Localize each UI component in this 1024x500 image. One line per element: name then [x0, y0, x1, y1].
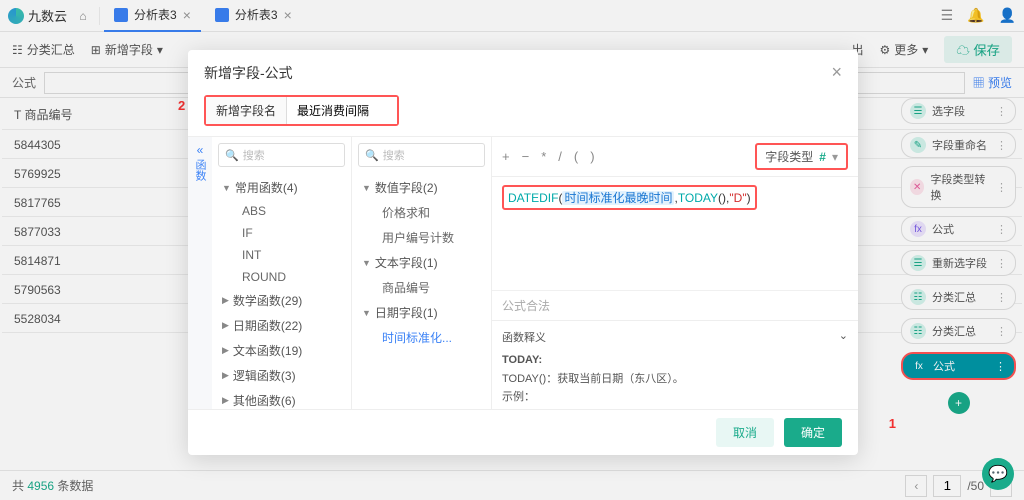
step-group-2[interactable]: ☷分类汇总⋮	[901, 318, 1016, 344]
close-icon[interactable]: ×	[183, 7, 191, 23]
func-if[interactable]: IF	[212, 222, 351, 244]
step-group-1[interactable]: ☷分类汇总⋮	[901, 284, 1016, 310]
modal-footer: 取消 确定	[188, 409, 858, 455]
close-icon[interactable]: ×	[831, 62, 842, 83]
op-minus[interactable]: −	[522, 149, 530, 164]
close-icon[interactable]: ×	[284, 7, 292, 23]
formula-code[interactable]: DATEDIF(时间标准化最晚时间,TODAY(),"D")	[492, 177, 858, 218]
field-group-date[interactable]: ▼日期字段(1)	[352, 300, 491, 325]
func-int[interactable]: INT	[212, 244, 351, 266]
operator-bar: + − * / ( ) 字段类型 # ▾	[492, 137, 858, 177]
cancel-button[interactable]: 取消	[716, 418, 774, 447]
chat-fab[interactable]: 💬	[982, 458, 1014, 490]
func-group-math[interactable]: ▶数学函数(29)	[212, 288, 351, 313]
page-input[interactable]	[933, 475, 961, 497]
pipeline-steps: ☰选字段⋮ ✎字段重命名⋮ ✕字段类型转换⋮ fx公式⋮ ☰重新选字段⋮ ☷分类…	[901, 98, 1016, 418]
field-price-sum[interactable]: 价格求和	[352, 200, 491, 225]
formula-modal: 新增字段-公式 × 新增字段名 « 函数 🔍 搜索 ▼常用函数(4) ABS I…	[188, 50, 858, 455]
bell-icon[interactable]: 🔔	[967, 7, 984, 24]
hash-icon: #	[819, 150, 826, 164]
step-rename[interactable]: ✎字段重命名⋮	[901, 132, 1016, 158]
row-count: 4956	[27, 479, 54, 493]
field-type-selector[interactable]: 字段类型 # ▾	[755, 143, 848, 170]
save-button[interactable]: ☁ 保存	[944, 36, 1012, 63]
op-plus[interactable]: +	[502, 149, 510, 164]
tab-label: 分析表3	[235, 6, 278, 23]
field-group-num[interactable]: ▼数值字段(2)	[352, 175, 491, 200]
formula-editor: + − * / ( ) 字段类型 # ▾ DATEDIF(时间标准化最晚时间,T…	[492, 137, 858, 409]
modal-header: 新增字段-公式 ×	[188, 50, 858, 95]
func-group-common[interactable]: ▼常用函数(4)	[212, 175, 351, 200]
function-tree: 🔍 搜索 ▼常用函数(4) ABS IF INT ROUND ▶数学函数(29)…	[212, 137, 352, 409]
brand-logo: 九数云	[8, 6, 67, 25]
formula-label: 公式	[12, 74, 36, 91]
preview-link[interactable]: ▦ 预览	[973, 74, 1012, 91]
callout-2: 2	[178, 98, 185, 113]
op-lparen[interactable]: (	[574, 149, 578, 164]
func-group-date[interactable]: ▶日期函数(22)	[212, 313, 351, 338]
op-rparen[interactable]: )	[590, 149, 594, 164]
func-round[interactable]: ROUND	[212, 266, 351, 288]
footer: 共 4956 条数据 ‹ /50 ›	[0, 470, 1024, 500]
tool-group[interactable]: ☷ 分类汇总	[12, 41, 75, 58]
field-time-normalized[interactable]: 时间标准化...	[352, 325, 491, 350]
field-product-id[interactable]: 商品编号	[352, 275, 491, 300]
tool-more[interactable]: ⚙ 更多 ▾	[880, 41, 929, 58]
top-right-icons: ☰ 🔔 👤	[941, 7, 1016, 24]
field-user-count[interactable]: 用户编号计数	[352, 225, 491, 250]
field-name-label: 新增字段名	[206, 97, 287, 124]
op-div[interactable]: /	[558, 149, 562, 164]
top-bar: 九数云 ⌂ 分析表3 × 分析表3 × ☰ 🔔 👤	[0, 0, 1024, 32]
step-formula[interactable]: fx公式⋮	[901, 216, 1016, 242]
formula-valid-label: 公式合法	[492, 290, 858, 320]
table-icon	[114, 8, 128, 22]
func-group-logic[interactable]: ▶逻辑函数(3)	[212, 363, 351, 388]
tool-add-field[interactable]: ⊞ 新增字段 ▾	[91, 41, 163, 58]
function-search[interactable]: 🔍 搜索	[218, 143, 345, 167]
modal-title: 新增字段-公式	[204, 63, 293, 83]
chevron-down-icon: ▾	[832, 150, 838, 164]
logo-icon	[8, 8, 24, 24]
op-mult[interactable]: *	[541, 149, 546, 164]
func-group-other[interactable]: ▶其他函数(6)	[212, 388, 351, 409]
tab-analysis-1[interactable]: 分析表3 ×	[104, 0, 201, 32]
function-sidebar-tab[interactable]: « 函数	[188, 137, 212, 409]
user-icon[interactable]: 👤	[999, 7, 1016, 24]
callout-1: 1	[889, 416, 896, 431]
add-step-button[interactable]: +	[948, 392, 970, 414]
step-type-convert[interactable]: ✕字段类型转换⋮	[901, 166, 1016, 208]
field-name-group: 新增字段名	[204, 95, 399, 126]
field-name-input[interactable]	[287, 97, 397, 124]
step-select-fields[interactable]: ☰选字段⋮	[901, 98, 1016, 124]
step-reselect[interactable]: ☰重新选字段⋮	[901, 250, 1016, 276]
page-prev[interactable]: ‹	[905, 475, 927, 497]
func-abs[interactable]: ABS	[212, 200, 351, 222]
collapse-icon[interactable]: «	[197, 143, 204, 157]
function-help: 函数释义⌄ TODAY: TODAY()：获取当前日期（东八区）。 示例： 如果…	[492, 320, 858, 409]
step-formula-active[interactable]: fx公式⋮	[901, 352, 1016, 380]
brand-text: 九数云	[28, 6, 67, 25]
table-icon	[215, 8, 229, 22]
ok-button[interactable]: 确定	[784, 418, 842, 447]
tab-analysis-2[interactable]: 分析表3 ×	[205, 0, 302, 32]
tab-label: 分析表3	[134, 6, 177, 23]
field-search[interactable]: 🔍 搜索	[358, 143, 485, 167]
home-icon[interactable]: ⌂	[71, 4, 95, 28]
field-group-text[interactable]: ▼文本字段(1)	[352, 250, 491, 275]
func-group-text[interactable]: ▶文本函数(19)	[212, 338, 351, 363]
list-icon[interactable]: ☰	[941, 7, 954, 24]
page-total: /50	[967, 479, 984, 493]
field-tree: 🔍 搜索 ▼数值字段(2) 价格求和 用户编号计数 ▼文本字段(1) 商品编号 …	[352, 137, 492, 409]
chevron-down-icon[interactable]: ⌄	[839, 329, 848, 345]
